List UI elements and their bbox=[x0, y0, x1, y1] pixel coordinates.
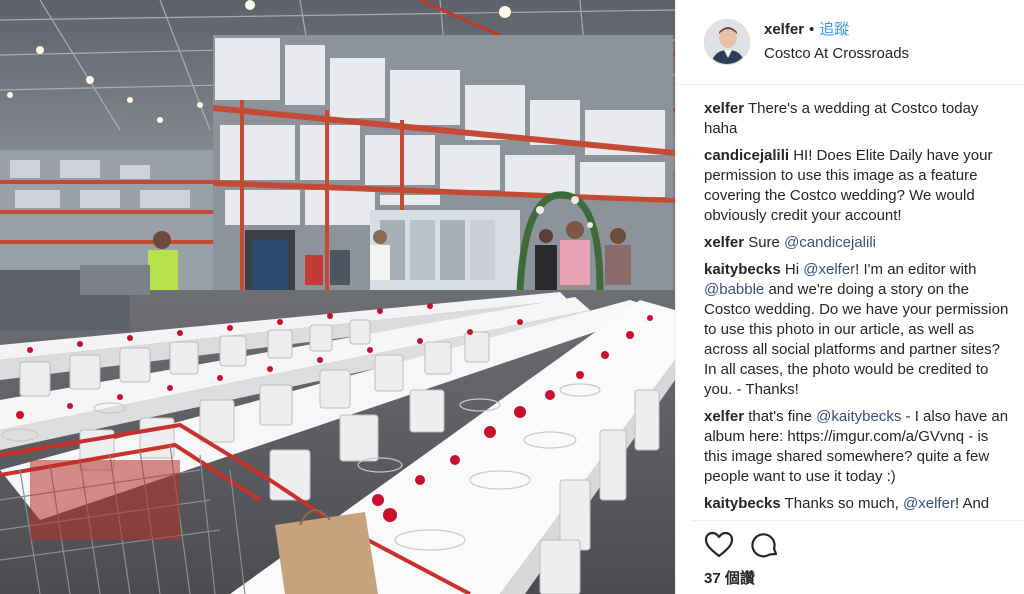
comment-mention[interactable]: @xelfer bbox=[903, 495, 955, 512]
comment-icon[interactable] bbox=[750, 530, 780, 560]
header-row: xelfer • 追蹤 bbox=[764, 18, 909, 42]
comment-text: that's fine bbox=[748, 408, 817, 425]
likes-count[interactable]: 37 個讚 bbox=[704, 567, 755, 588]
heart-icon[interactable] bbox=[704, 530, 734, 560]
post-header: xelfer • 追蹤 Costco At Crossroads bbox=[676, 0, 1024, 85]
post-username[interactable]: xelfer bbox=[764, 18, 804, 42]
comment-author[interactable]: kaitybecks bbox=[704, 495, 781, 512]
post-location[interactable]: Costco At Crossroads bbox=[764, 42, 909, 66]
comment-text: Hi bbox=[784, 261, 804, 278]
comment-text: ! And bbox=[954, 495, 990, 512]
comment-author[interactable]: xelfer bbox=[704, 100, 744, 117]
follow-button[interactable]: 追蹤 bbox=[819, 18, 849, 42]
comment: xelfer There's a wedding at Costco today… bbox=[704, 99, 1012, 139]
post-photo[interactable] bbox=[0, 0, 675, 594]
comment: kaitybecks Hi @xelfer! I'm an editor wit… bbox=[704, 260, 1012, 400]
post-viewer: xelfer • 追蹤 Costco At Crossroads xelfer … bbox=[0, 0, 1024, 594]
divider bbox=[692, 520, 1024, 521]
avatar-image bbox=[705, 20, 749, 64]
comment-author[interactable]: kaitybecks bbox=[704, 261, 781, 278]
comment-text: and we're doing a story on the Costco we… bbox=[704, 281, 1009, 398]
header-text: xelfer • 追蹤 Costco At Crossroads bbox=[764, 18, 909, 66]
comment-author[interactable]: candicejalili bbox=[704, 147, 789, 164]
comment-author[interactable]: xelfer bbox=[704, 408, 744, 425]
comment: candicejalili HI! Does Elite Daily have … bbox=[704, 146, 1012, 226]
avatar[interactable] bbox=[704, 19, 750, 65]
post-side-panel: xelfer • 追蹤 Costco At Crossroads xelfer … bbox=[675, 0, 1024, 594]
comment-text: Sure bbox=[748, 234, 785, 251]
comment-mention[interactable]: @candicejalili bbox=[784, 234, 876, 251]
comment-mention[interactable]: @xelfer bbox=[803, 261, 855, 278]
comment: xelfer Sure @candicejalili bbox=[704, 233, 1012, 253]
comment-text: There's a wedding at Costco today haha bbox=[704, 100, 979, 137]
action-bar bbox=[704, 530, 796, 560]
comment-text: ! I'm an editor with bbox=[855, 261, 977, 278]
comment-list[interactable]: xelfer There's a wedding at Costco today… bbox=[704, 99, 1012, 519]
comment: kaitybecks Thanks so much, @xelfer! And bbox=[704, 494, 1012, 514]
comment-mention[interactable]: @kaitybecks bbox=[816, 408, 901, 425]
comment: xelfer that's fine @kaitybecks - I also … bbox=[704, 407, 1012, 487]
comment-mention[interactable]: @babble bbox=[704, 281, 764, 298]
wedding-photo-illustration bbox=[0, 0, 675, 594]
separator-dot: • bbox=[809, 21, 815, 38]
comment-text: Thanks so much, bbox=[784, 495, 904, 512]
comment-author[interactable]: xelfer bbox=[704, 234, 744, 251]
